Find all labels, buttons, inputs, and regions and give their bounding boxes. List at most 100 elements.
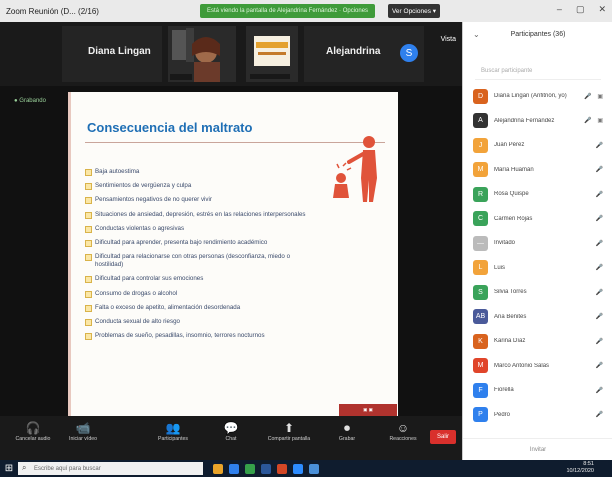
file-explorer-icon[interactable] bbox=[213, 463, 223, 474]
windows-start-icon[interactable]: ⊞ bbox=[0, 463, 18, 474]
participant-tile-diana[interactable]: Diana Lingan bbox=[62, 26, 162, 82]
microphone-icon[interactable]: 🎤 bbox=[596, 215, 605, 222]
maximize-icon[interactable]: ▢ bbox=[576, 4, 585, 15]
participant-name: Silvia Torres bbox=[494, 289, 527, 296]
microphone-icon[interactable]: 🎤 bbox=[596, 166, 605, 173]
chat-button[interactable]: 💬 Chat bbox=[204, 420, 258, 442]
list-item: Pensamientos negativos de no querer vivi… bbox=[85, 196, 315, 205]
list-item[interactable]: C Carmen Rojas 🎤 bbox=[463, 207, 612, 232]
microphone-icon[interactable]: 🎤 bbox=[596, 191, 605, 198]
toolbar-label: Participantes bbox=[158, 436, 188, 442]
participant-name: Carmen Rojas bbox=[494, 215, 533, 222]
minimize-icon[interactable]: – bbox=[557, 4, 562, 15]
system-clock[interactable]: 8:51 10/12/2020 bbox=[566, 461, 594, 475]
windows-taskbar: ⊞ ⌕ Escribe aquí para buscar 8:51 10/12/… bbox=[0, 460, 612, 477]
gallery-view-button[interactable]: Vista bbox=[441, 36, 456, 43]
microphone-icon[interactable]: 🎤 bbox=[596, 240, 605, 247]
list-item[interactable]: AB Ana Benites 🎤 bbox=[463, 305, 612, 330]
powerpoint-icon[interactable] bbox=[277, 463, 287, 474]
participant-list: D Diana Lingan (Anfitrión, yo) 🎤 ▣ A Alejand… bbox=[463, 84, 612, 427]
list-item[interactable]: M Marco Antonio Salas 🎤 bbox=[463, 354, 612, 379]
microphone-icon[interactable]: 🎤 bbox=[596, 142, 605, 149]
toolbar-label: Reacciones bbox=[389, 436, 417, 442]
participants-panel: ⌄ Participantes (36) Buscar participante… bbox=[462, 22, 612, 460]
avatar: L bbox=[473, 260, 488, 276]
word-icon[interactable] bbox=[261, 463, 271, 474]
record-button[interactable]: ⏺ Grabar bbox=[320, 420, 374, 442]
microphone-icon[interactable]: 🎤 ▣ bbox=[584, 117, 605, 124]
recording-indicator: ● Grabando bbox=[14, 98, 46, 104]
microphone-icon[interactable]: 🎤 bbox=[596, 264, 605, 271]
close-icon[interactable]: ✕ bbox=[598, 4, 606, 15]
avatar: S bbox=[473, 284, 488, 300]
slide-title: Consecuencia del maltrato bbox=[87, 120, 253, 135]
participant-name: Diana Lingan bbox=[88, 46, 151, 57]
participant-name: Pedro bbox=[494, 411, 511, 418]
audio-button[interactable]: 🎧 Cancelar audio bbox=[6, 420, 60, 442]
list-item[interactable]: D Diana Lingan (Anfitrión, yo) 🎤 ▣ bbox=[463, 84, 612, 109]
avatar: J bbox=[473, 137, 488, 153]
taskbar-search-input[interactable]: ⌕ Escribe aquí para buscar bbox=[18, 462, 203, 475]
clock-time: 8:51 bbox=[583, 461, 594, 467]
microphone-icon[interactable]: 🎤 bbox=[596, 411, 605, 418]
window-controls: – ▢ ✕ bbox=[557, 4, 606, 15]
screen-share-banner[interactable]: Está viendo la pantalla de Alejandrina F… bbox=[200, 4, 375, 18]
participant-name: Karina Díaz bbox=[494, 338, 526, 345]
list-item[interactable]: A Alejandrina Fernández 🎤 ▣ bbox=[463, 109, 612, 134]
video-icon: 📹 bbox=[75, 421, 91, 435]
avatar: R bbox=[473, 186, 488, 202]
microphone-icon[interactable]: 🎤 bbox=[596, 387, 605, 394]
toolbar-label: Grabar bbox=[338, 436, 356, 442]
list-item[interactable]: R Rosa Quispe 🎤 bbox=[463, 182, 612, 207]
list-item[interactable]: J Juan Pérez 🎤 bbox=[463, 133, 612, 158]
leave-meeting-button[interactable]: Salir bbox=[430, 430, 456, 444]
search-icon: ⌕ bbox=[22, 463, 27, 472]
excel-icon[interactable] bbox=[245, 463, 255, 474]
camera-video-thumbnail[interactable] bbox=[168, 26, 236, 82]
participant-tile-alejandrina[interactable]: Alejandrina S bbox=[304, 26, 424, 82]
shared-image-thumbnail[interactable] bbox=[246, 26, 298, 82]
abuse-illustration bbox=[333, 136, 377, 202]
list-item[interactable]: K Karina Díaz 🎤 bbox=[463, 329, 612, 354]
reactions-button[interactable]: ☺ Reacciones bbox=[376, 420, 430, 442]
list-item[interactable]: M María Huamán 🎤 bbox=[463, 158, 612, 183]
presentation-slide: Consecuencia del maltrato Baja autoestim… bbox=[68, 92, 398, 417]
edge-icon[interactable] bbox=[229, 463, 239, 474]
avatar: P bbox=[473, 407, 488, 423]
participant-name: Rosa Quispe bbox=[494, 191, 529, 198]
microphone-icon[interactable]: 🎤 bbox=[596, 338, 605, 345]
share-screen-icon: ⬆ bbox=[283, 421, 295, 435]
participant-search-input[interactable]: Buscar participante bbox=[475, 66, 601, 80]
invite-button[interactable]: Invitar bbox=[463, 438, 612, 460]
record-icon: ⏺ bbox=[343, 421, 350, 435]
microphone-icon[interactable]: 🎤 bbox=[596, 362, 605, 369]
participants-icon: 👥 bbox=[165, 421, 181, 435]
toolbar-label: Iniciar vídeo bbox=[69, 436, 97, 442]
microphone-icon[interactable]: 🎤 ▣ bbox=[584, 93, 605, 100]
list-item: Falta o exceso de apetito, alimentación … bbox=[85, 304, 315, 312]
avatar: A bbox=[473, 113, 488, 129]
list-item: Conducta sexual de alto riesgo bbox=[85, 318, 315, 326]
taskbar-apps bbox=[213, 463, 319, 474]
list-item[interactable]: — Invitado 🎤 bbox=[463, 231, 612, 256]
view-options-button[interactable]: Ver Opciones ▾ bbox=[388, 4, 440, 18]
list-item[interactable]: S Silvia Torres 🎤 bbox=[463, 280, 612, 305]
participant-name: Luis bbox=[494, 264, 506, 271]
zoom-icon[interactable] bbox=[293, 463, 303, 474]
panel-title: Participantes (36) bbox=[510, 30, 566, 38]
participants-button[interactable]: 👥 Participantes bbox=[146, 420, 200, 442]
list-item: Sentimientos de vergüenza y culpa bbox=[85, 182, 315, 191]
share-screen-button[interactable]: ⬆ Compartir pantalla bbox=[262, 420, 316, 442]
list-item[interactable]: F Fiorella 🎤 bbox=[463, 378, 612, 403]
list-item[interactable]: P Pedro 🎤 bbox=[463, 403, 612, 428]
list-item[interactable]: L Luis 🎤 bbox=[463, 256, 612, 281]
slide-footer-logo: ▣ ▣ bbox=[339, 404, 397, 416]
chevron-down-icon[interactable]: ⌄ bbox=[473, 30, 480, 39]
chrome-icon[interactable] bbox=[309, 463, 319, 474]
avatar: F bbox=[473, 382, 488, 398]
reactions-icon: ☺ bbox=[396, 421, 410, 435]
microphone-icon[interactable]: 🎤 bbox=[596, 313, 605, 320]
participant-name: Alejandrina bbox=[326, 46, 381, 57]
microphone-icon[interactable]: 🎤 bbox=[596, 289, 605, 296]
video-button[interactable]: 📹 Iniciar vídeo bbox=[56, 420, 110, 442]
